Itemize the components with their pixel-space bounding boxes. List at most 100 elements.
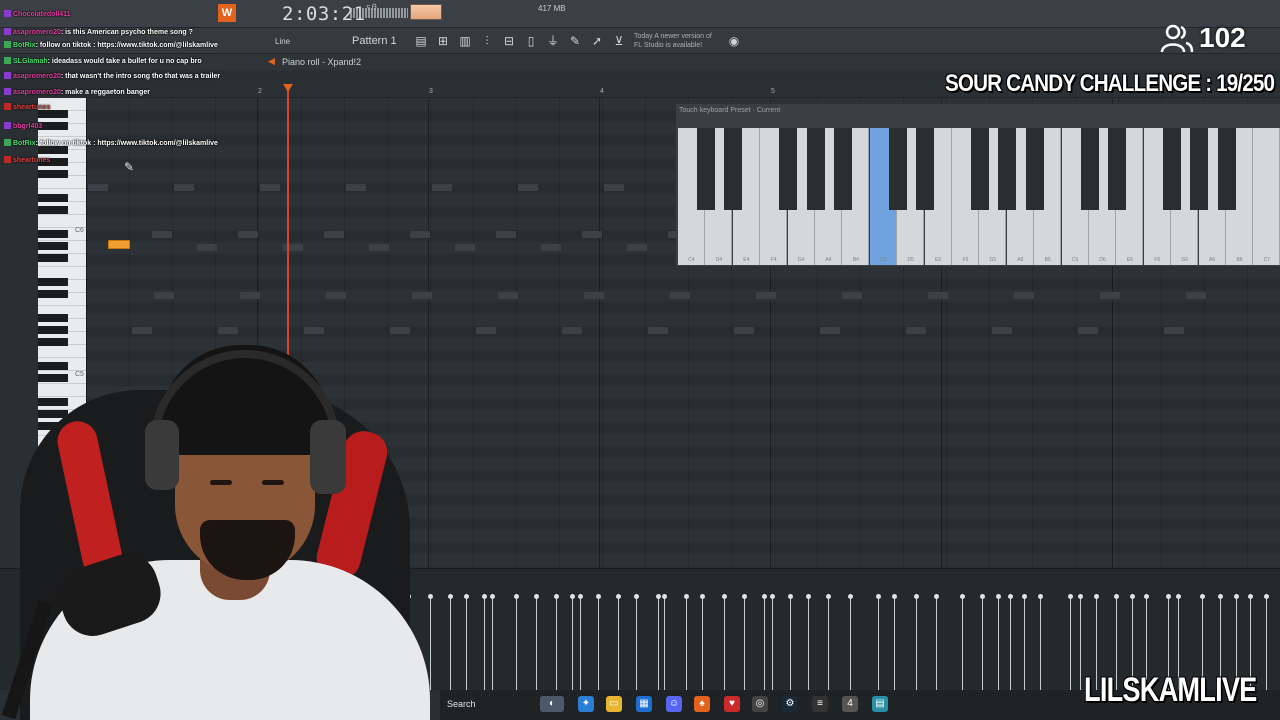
piano-roll-icon[interactable]: ▥ bbox=[458, 34, 472, 48]
touch-black-key[interactable] bbox=[834, 128, 852, 210]
black-key[interactable] bbox=[38, 170, 68, 178]
folder-icon[interactable]: ▭ bbox=[606, 696, 622, 712]
touch-black-key[interactable] bbox=[1025, 128, 1044, 210]
touch-black-key[interactable] bbox=[971, 128, 989, 210]
touch-black-key[interactable] bbox=[916, 128, 935, 210]
velocity-bar[interactable] bbox=[570, 594, 575, 690]
velocity-bar[interactable] bbox=[634, 594, 639, 690]
black-key[interactable] bbox=[38, 290, 68, 298]
steam-icon[interactable]: ⚙ bbox=[782, 696, 798, 712]
velocity-bar[interactable] bbox=[700, 594, 705, 690]
touch-black-key[interactable] bbox=[1080, 128, 1099, 210]
velocity-bar[interactable] bbox=[914, 594, 919, 690]
velocity-bar[interactable] bbox=[1078, 594, 1083, 690]
app-icon[interactable]: ≡ bbox=[812, 696, 828, 712]
black-key[interactable] bbox=[38, 146, 68, 154]
fl-studio-icon[interactable]: ♠ bbox=[694, 696, 710, 712]
chat-username[interactable]: BotRix bbox=[13, 42, 36, 49]
video-icon[interactable]: 4 bbox=[842, 696, 858, 712]
chat-username[interactable]: sheartunes bbox=[13, 104, 50, 111]
chat-username[interactable]: asapromero20 bbox=[13, 73, 61, 80]
velocity-bar[interactable] bbox=[1068, 594, 1073, 690]
velocity-bar[interactable] bbox=[464, 594, 469, 690]
touch-keyboard-keys[interactable]: C4 D4 E4 F4 G4 A4 B4 C5 D5 E5 F5 G5 A5 B5 C6 D6 E6 F6 G6 A6… bbox=[678, 128, 1280, 265]
chat-username[interactable]: sheartunes bbox=[13, 157, 50, 164]
discord-icon[interactable]: ☺ bbox=[666, 696, 682, 712]
velocity-bar[interactable] bbox=[960, 594, 965, 690]
velocity-bar[interactable] bbox=[806, 594, 811, 690]
step-sequencer-icon[interactable]: ⊞ bbox=[436, 34, 450, 48]
black-key[interactable] bbox=[38, 314, 68, 322]
velocity-bar[interactable] bbox=[616, 594, 621, 690]
velocity-bar[interactable] bbox=[892, 594, 897, 690]
taskbar-search[interactable]: Search bbox=[447, 699, 476, 709]
black-key[interactable] bbox=[38, 122, 68, 130]
update-notice[interactable]: Today A newer version of FL Studio is av… bbox=[634, 32, 712, 50]
touch-black-key[interactable] bbox=[1190, 128, 1209, 210]
arrow-icon[interactable]: ➚ bbox=[590, 34, 604, 48]
pattern-selector[interactable]: Pattern 1 bbox=[352, 35, 397, 47]
tool-mode-label[interactable]: Line bbox=[275, 37, 290, 46]
wrench-icon[interactable]: ✎ bbox=[568, 34, 582, 48]
touch-black-key[interactable] bbox=[697, 128, 715, 210]
velocity-bar[interactable] bbox=[742, 594, 747, 690]
touch-black-key[interactable] bbox=[806, 128, 825, 210]
velocity-bar[interactable] bbox=[788, 594, 793, 690]
velocity-bar[interactable] bbox=[662, 594, 667, 690]
black-key[interactable] bbox=[38, 242, 68, 250]
touch-black-key[interactable] bbox=[1162, 128, 1181, 210]
velocity-bar[interactable] bbox=[482, 594, 487, 690]
chat-username[interactable]: SLGlamah bbox=[13, 58, 48, 65]
touch-black-key[interactable] bbox=[724, 128, 743, 210]
touch-black-key[interactable] bbox=[1217, 128, 1236, 210]
brave-icon[interactable]: ♥ bbox=[724, 696, 740, 712]
velocity-bar[interactable] bbox=[1022, 594, 1027, 690]
touch-black-key[interactable] bbox=[1108, 128, 1126, 210]
velocity-bar[interactable] bbox=[656, 594, 661, 690]
velocity-bar[interactable] bbox=[514, 594, 519, 690]
obs-icon[interactable]: ◎ bbox=[752, 696, 768, 712]
velocity-bar[interactable] bbox=[534, 594, 539, 690]
touch-black-key[interactable] bbox=[779, 128, 798, 210]
touch-black-key[interactable] bbox=[888, 128, 907, 210]
velocity-bar[interactable] bbox=[996, 594, 1001, 690]
globe-icon[interactable]: ◉ bbox=[727, 34, 741, 48]
velocity-bar[interactable] bbox=[596, 594, 601, 690]
velocity-bar[interactable] bbox=[876, 594, 881, 690]
velocity-bar[interactable] bbox=[770, 594, 775, 690]
black-key[interactable] bbox=[38, 110, 68, 118]
velocity-bar[interactable] bbox=[490, 594, 495, 690]
velocity-bar[interactable] bbox=[684, 594, 689, 690]
velocity-bar[interactable] bbox=[934, 594, 939, 690]
velocity-bar[interactable] bbox=[826, 594, 831, 690]
copilot-icon[interactable]: ✦ bbox=[578, 696, 594, 712]
browser-icon[interactable]: ⊟ bbox=[502, 34, 516, 48]
velocity-bar[interactable] bbox=[1264, 594, 1269, 690]
velocity-bar[interactable] bbox=[980, 594, 985, 690]
store-icon[interactable]: ▦ bbox=[636, 696, 652, 712]
black-key[interactable] bbox=[38, 194, 68, 202]
mixer-icon[interactable]: ⫶ bbox=[480, 34, 494, 48]
chat-username[interactable]: asapromero20 bbox=[13, 29, 61, 36]
task-view-icon[interactable]: ◐ bbox=[540, 696, 564, 712]
black-key[interactable] bbox=[38, 326, 68, 334]
touch-black-key[interactable] bbox=[998, 128, 1017, 210]
chat-username[interactable]: asapromero20 bbox=[13, 89, 61, 96]
velocity-bar[interactable] bbox=[762, 594, 767, 690]
black-key[interactable] bbox=[38, 278, 68, 286]
black-key[interactable] bbox=[38, 230, 68, 238]
playhead-marker[interactable] bbox=[283, 84, 293, 92]
midi-note[interactable] bbox=[108, 240, 130, 249]
cart-icon[interactable]: ⊻ bbox=[612, 34, 626, 48]
playhead[interactable] bbox=[287, 86, 289, 362]
velocity-bar[interactable] bbox=[448, 594, 453, 690]
notepad-icon[interactable]: ▤ bbox=[872, 696, 888, 712]
velocity-bar[interactable] bbox=[554, 594, 559, 690]
velocity-bar[interactable] bbox=[848, 594, 853, 690]
record-mode-icon[interactable]: W bbox=[218, 4, 236, 22]
touch-white-key[interactable]: C7 bbox=[1253, 128, 1280, 265]
velocity-bar[interactable] bbox=[1038, 594, 1043, 690]
channel-rack-icon[interactable]: ▯ bbox=[524, 34, 538, 48]
black-key[interactable] bbox=[38, 254, 68, 262]
playlist-icon[interactable]: ▤ bbox=[414, 34, 428, 48]
